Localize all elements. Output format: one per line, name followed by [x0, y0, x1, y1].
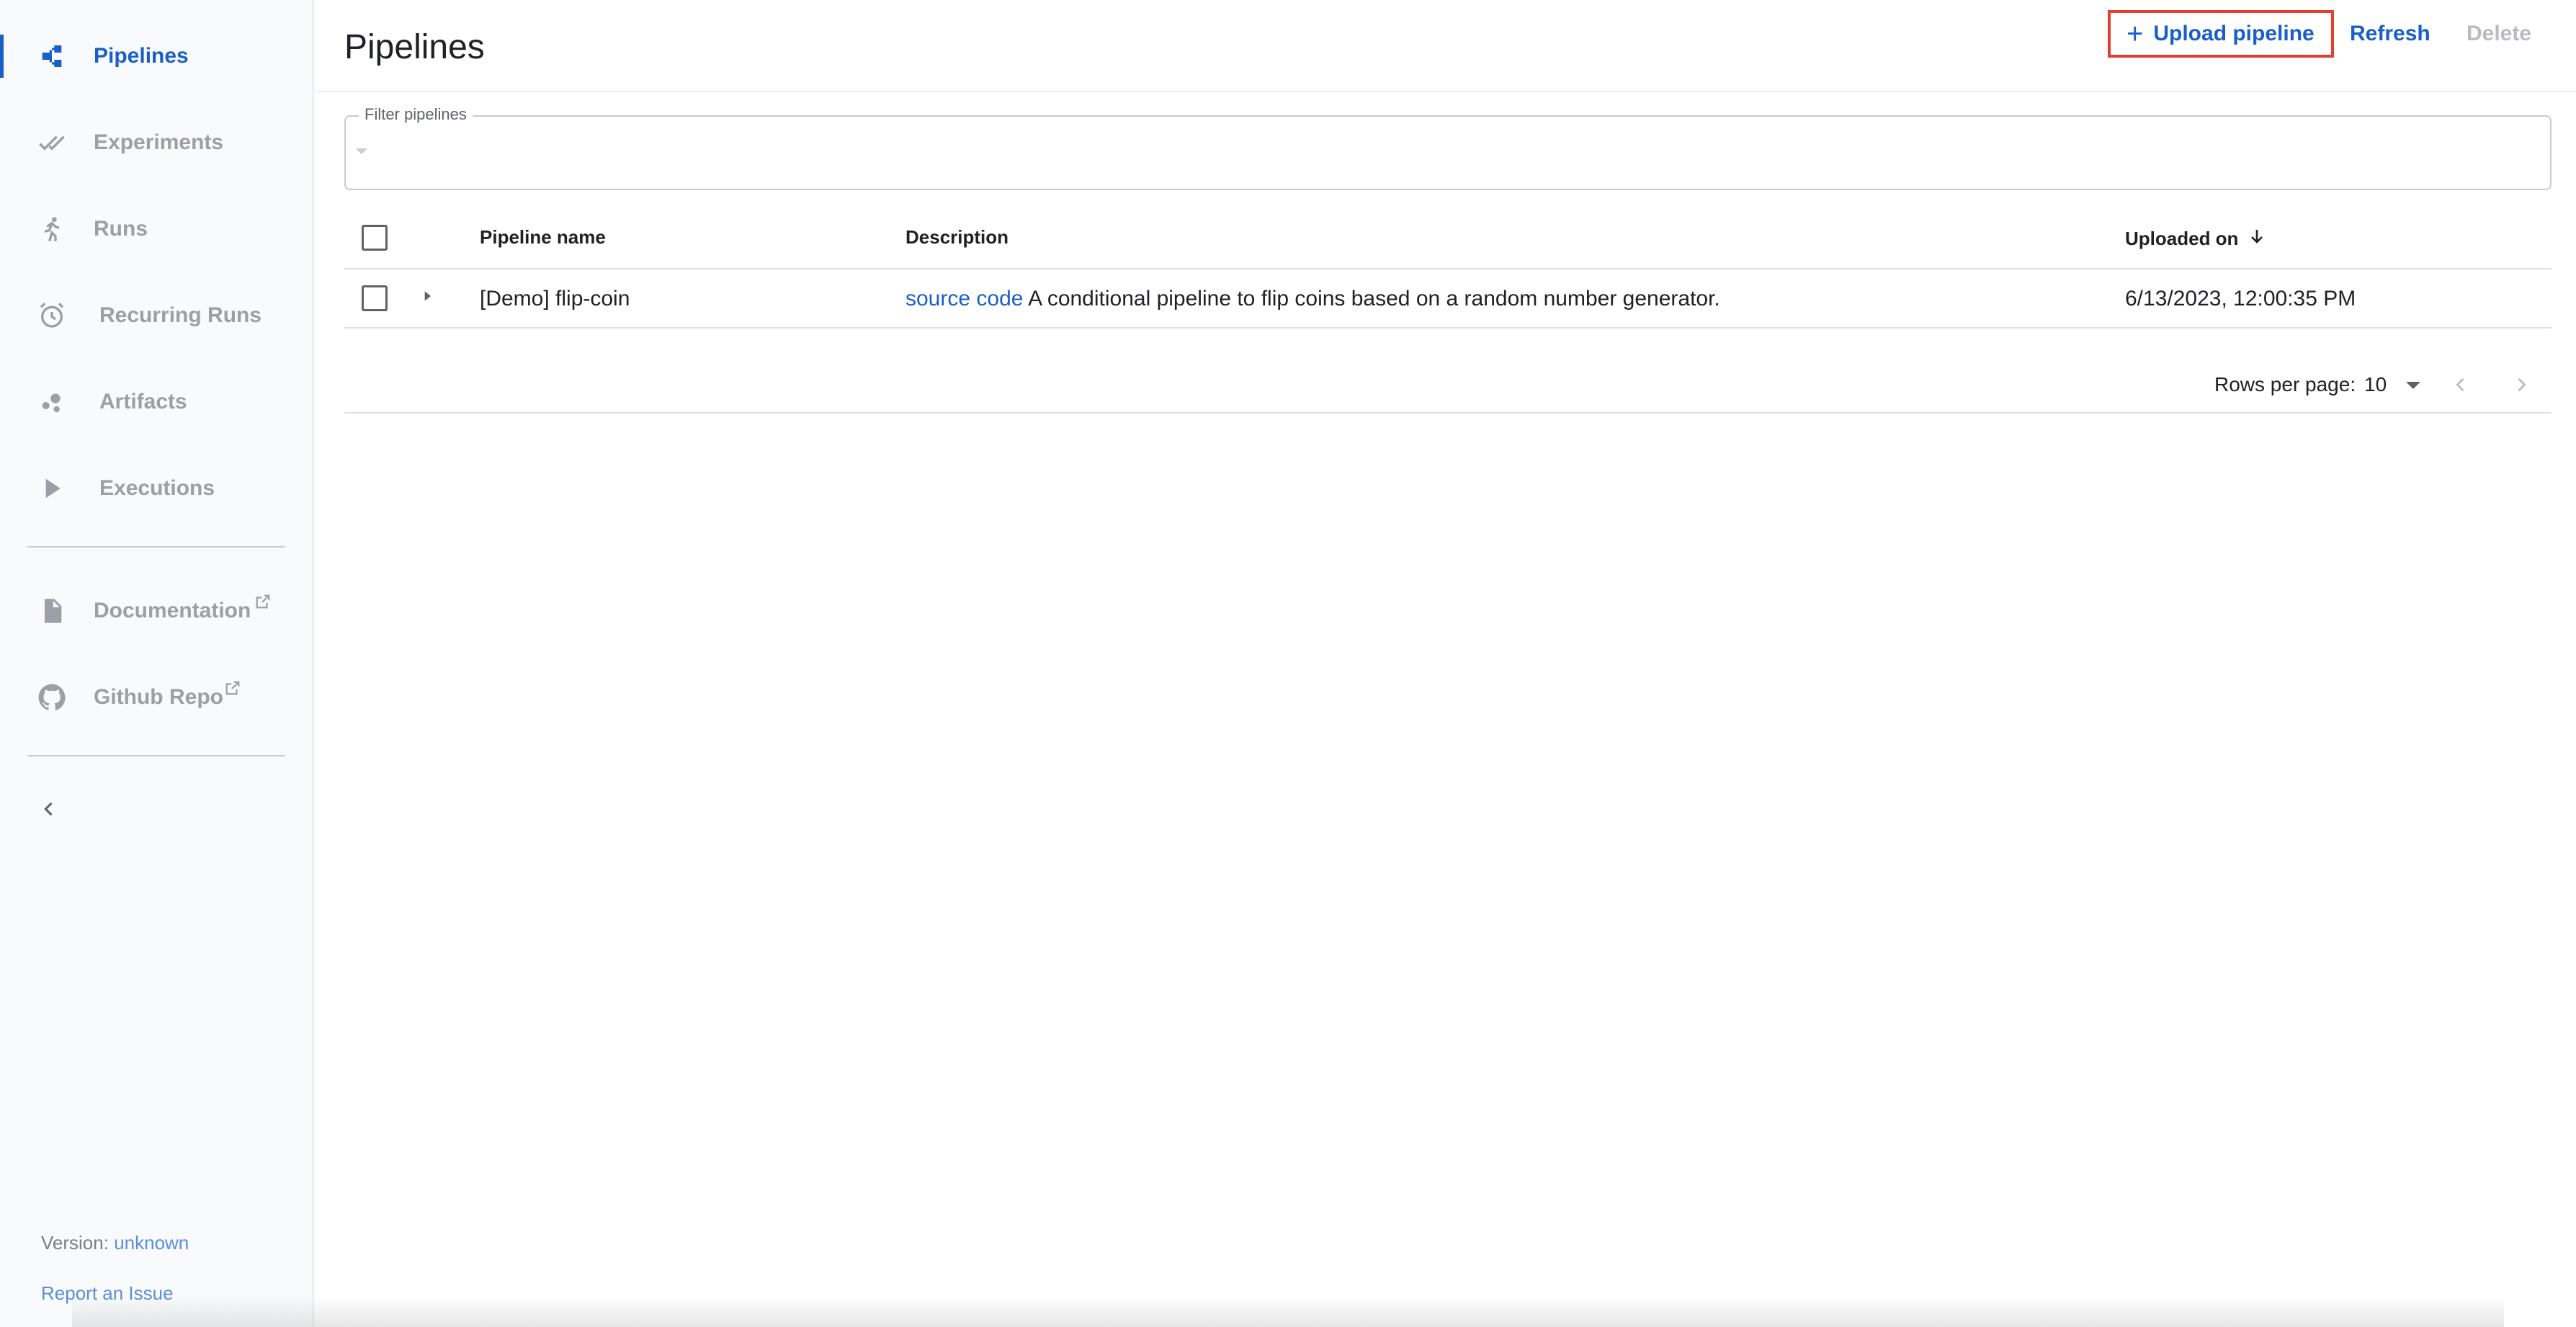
- chevron-left-icon: [39, 799, 59, 823]
- filter-pipelines-input[interactable]: [375, 134, 2521, 174]
- chevron-left-icon: [2451, 375, 2471, 398]
- caret-right-icon: [420, 289, 434, 307]
- sidebar-item-executions[interactable]: Executions: [0, 452, 314, 524]
- expand-row-button[interactable]: [419, 290, 435, 305]
- sidebar-item-label: Documentation: [94, 599, 251, 622]
- previous-page-button[interactable]: [2446, 372, 2475, 401]
- upload-pipeline-label: Upload pipeline: [2153, 22, 2315, 45]
- header-divider: [316, 91, 2576, 92]
- github-icon: [35, 680, 69, 715]
- source-code-link[interactable]: source code: [905, 287, 1023, 310]
- rows-per-page-value: 10: [2364, 373, 2387, 396]
- page-title: Pipelines: [344, 28, 485, 66]
- sidebar-item-label: Executions: [99, 476, 215, 500]
- sidebar-item-label: Pipelines: [94, 44, 189, 68]
- artifacts-icon: [35, 385, 69, 419]
- sidebar-item-artifacts[interactable]: Artifacts: [0, 366, 314, 438]
- sidebar-item-documentation[interactable]: Documentation: [0, 575, 314, 647]
- sidebar-item-runs[interactable]: Runs: [0, 193, 314, 265]
- column-header-pipeline-name[interactable]: Pipeline name: [480, 226, 606, 249]
- select-all-checkbox[interactable]: [362, 225, 388, 251]
- caret-down-icon: [2406, 382, 2420, 389]
- experiments-icon: [35, 125, 69, 160]
- caret-down-icon: [356, 148, 367, 154]
- pagination-divider: [344, 412, 2552, 414]
- version-label: Version:: [41, 1232, 109, 1254]
- sidebar-divider: [27, 546, 285, 548]
- play-icon: [35, 471, 69, 506]
- uploaded-on-value: 6/13/2023, 12:00:35 PM: [2125, 287, 2356, 310]
- sidebar-item-recurring-runs[interactable]: Recurring Runs: [0, 280, 314, 352]
- plus-icon: +: [2126, 18, 2144, 50]
- sidebar-item-label: Recurring Runs: [99, 303, 262, 327]
- version-info: Version: unknown: [41, 1232, 189, 1254]
- next-page-button[interactable]: [2507, 372, 2536, 401]
- upload-pipeline-button[interactable]: + Upload pipeline: [2108, 10, 2334, 58]
- column-header-description[interactable]: Description: [905, 226, 1009, 249]
- row-divider: [344, 327, 2552, 329]
- runs-icon: [35, 212, 69, 246]
- sidebar-divider: [27, 755, 285, 756]
- app: Pipelines Experiments Runs Recurring Run…: [0, 0, 2576, 1327]
- sidebar-item-experiments[interactable]: Experiments: [0, 107, 314, 179]
- sidebar-item-label: Github Repo: [94, 685, 223, 709]
- description-text: A conditional pipeline to flip coins bas…: [1028, 287, 1720, 310]
- row-checkbox[interactable]: [362, 285, 388, 311]
- sort-descending-icon: [2248, 226, 2266, 251]
- filter-label: Filter pipelines: [359, 105, 473, 124]
- bottom-shadow: [72, 1297, 2504, 1327]
- pipelines-icon: [35, 39, 69, 73]
- sidebar-item-label: Runs: [94, 217, 148, 241]
- sidebar-item-label: Experiments: [94, 130, 224, 154]
- sidebar: Pipelines Experiments Runs Recurring Run…: [0, 0, 314, 1327]
- version-link[interactable]: unknown: [114, 1232, 189, 1254]
- chevron-right-icon: [2511, 375, 2531, 398]
- sidebar-item-label: Artifacts: [99, 390, 187, 414]
- document-icon: [35, 594, 69, 628]
- rows-per-page-label: Rows per page:: [2214, 373, 2356, 396]
- pipeline-description: source code A conditional pipeline to fl…: [905, 287, 1720, 311]
- external-link-icon: [225, 680, 241, 700]
- sidebar-item-github-repo[interactable]: Github Repo: [0, 661, 314, 733]
- refresh-button[interactable]: Refresh: [2350, 10, 2430, 58]
- pipeline-name-link[interactable]: [Demo] flip-coin: [480, 287, 630, 311]
- rows-per-page-select[interactable]: 10: [2360, 370, 2425, 399]
- table-header-divider: [344, 268, 2552, 269]
- column-header-label: Uploaded on: [2125, 228, 2239, 249]
- delete-button[interactable]: Delete: [2467, 10, 2531, 58]
- external-link-icon: [255, 594, 271, 614]
- column-header-uploaded-on[interactable]: Uploaded on: [2125, 226, 2266, 251]
- collapse-sidebar-button[interactable]: [35, 796, 63, 825]
- alarm-clock-icon: [35, 298, 69, 333]
- sidebar-item-pipelines[interactable]: Pipelines: [0, 20, 314, 92]
